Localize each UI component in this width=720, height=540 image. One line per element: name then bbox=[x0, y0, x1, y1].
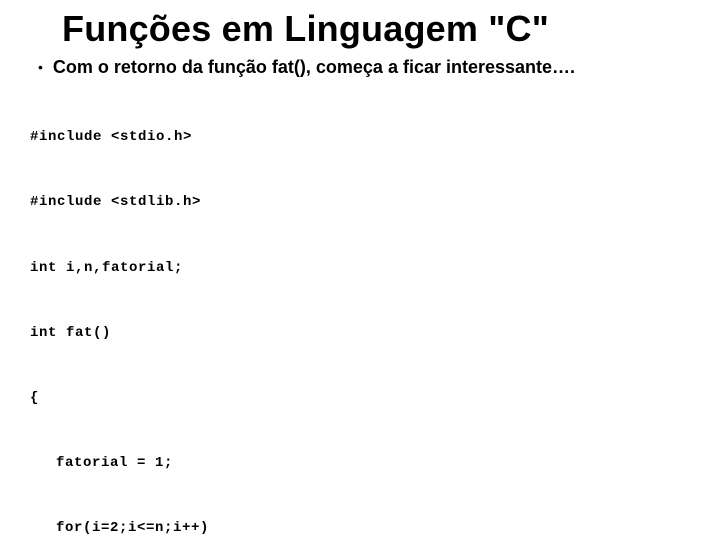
bullet-text: Com o retorno da função fat(), começa a … bbox=[53, 56, 575, 78]
bullet-item: • Com o retorno da função fat(), começa … bbox=[38, 56, 700, 78]
code-text: fatorial = 1; bbox=[30, 453, 173, 475]
slide-title: Funções em Linguagem "C" bbox=[62, 8, 700, 50]
code-line: #include <stdio.h> bbox=[30, 127, 700, 149]
code-line: int fat() bbox=[30, 323, 700, 345]
code-line: #include <stdlib.h> bbox=[30, 192, 700, 214]
code-line: { bbox=[30, 388, 700, 410]
slide: Funções em Linguagem "C" • Com o retorno… bbox=[0, 0, 720, 540]
code-text: for(i=2;i<=n;i++) bbox=[30, 518, 209, 540]
code-line: int i,n,fatorial; bbox=[30, 258, 700, 280]
code-block: #include <stdio.h> #include <stdlib.h> i… bbox=[30, 84, 700, 540]
code-line: fatorial = 1; bbox=[30, 453, 700, 475]
bullet-dot-icon: • bbox=[38, 56, 43, 78]
code-line: for(i=2;i<=n;i++) bbox=[30, 518, 700, 540]
